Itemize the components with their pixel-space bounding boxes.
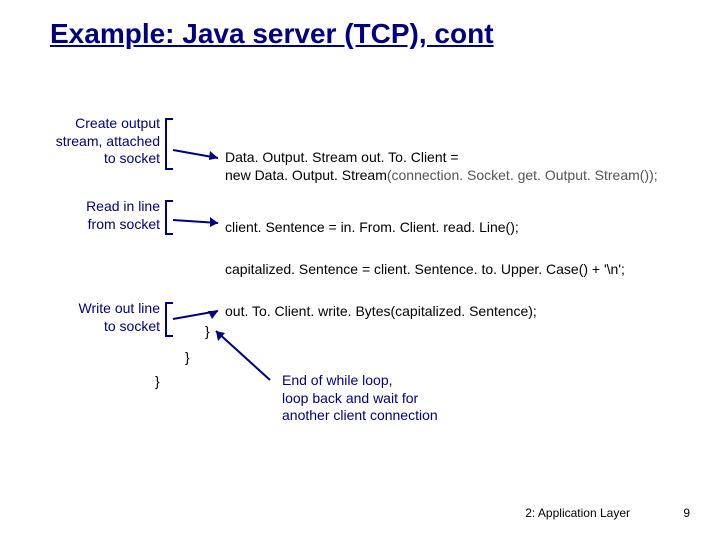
note-line: another client connection bbox=[282, 407, 438, 423]
code-brace: } bbox=[205, 322, 210, 340]
note-line: to socket bbox=[104, 318, 160, 334]
code-brace: } bbox=[185, 348, 190, 366]
brace-2 bbox=[165, 200, 173, 235]
note-line: loop back and wait for bbox=[282, 390, 418, 406]
note-end-loop: End of while loop, loop back and wait fo… bbox=[282, 372, 438, 425]
footer-chapter: 2: Application Layer bbox=[525, 506, 630, 520]
footer-page-number: 9 bbox=[683, 506, 690, 520]
code-line-dim: (connection. Socket. get. Output. Stream… bbox=[387, 167, 658, 183]
note-line: from socket bbox=[88, 216, 160, 232]
code-line: client. Sentence = in. From. Client. rea… bbox=[225, 219, 519, 235]
note-line: End of while loop, bbox=[282, 372, 393, 388]
arrow-icon bbox=[173, 140, 228, 160]
note-line: to socket bbox=[104, 150, 160, 166]
brace-1 bbox=[165, 118, 173, 170]
code-line: capitalized. Sentence = client. Sentence… bbox=[225, 261, 625, 277]
note-write-line: Write out line to socket bbox=[50, 300, 160, 335]
code-capitalize: capitalized. Sentence = client. Sentence… bbox=[225, 260, 625, 278]
note-line: Create output bbox=[75, 115, 160, 131]
code-line: new Data. Output. Stream bbox=[225, 167, 387, 183]
brace-3 bbox=[165, 302, 173, 337]
note-read-line: Read in line from socket bbox=[50, 198, 160, 233]
note-create-output-stream: Create output stream, attached to socket bbox=[30, 115, 160, 168]
note-line: stream, attached bbox=[56, 133, 160, 149]
arrow-icon bbox=[210, 325, 280, 385]
code-output-stream: Data. Output. Stream out. To. Client = n… bbox=[225, 148, 658, 184]
code-write-bytes: out. To. Client. write. Bytes(capitalize… bbox=[225, 302, 537, 320]
arrow-icon bbox=[173, 214, 228, 226]
code-line: Data. Output. Stream out. To. Client = bbox=[225, 149, 459, 165]
note-line: Read in line bbox=[86, 198, 160, 214]
note-line: Write out line bbox=[79, 300, 160, 316]
code-brace: } bbox=[155, 372, 160, 390]
slide-title: Example: Java server (TCP), cont bbox=[50, 18, 494, 50]
code-read-line: client. Sentence = in. From. Client. rea… bbox=[225, 218, 519, 236]
code-line: out. To. Client. write. Bytes(capitalize… bbox=[225, 303, 537, 319]
